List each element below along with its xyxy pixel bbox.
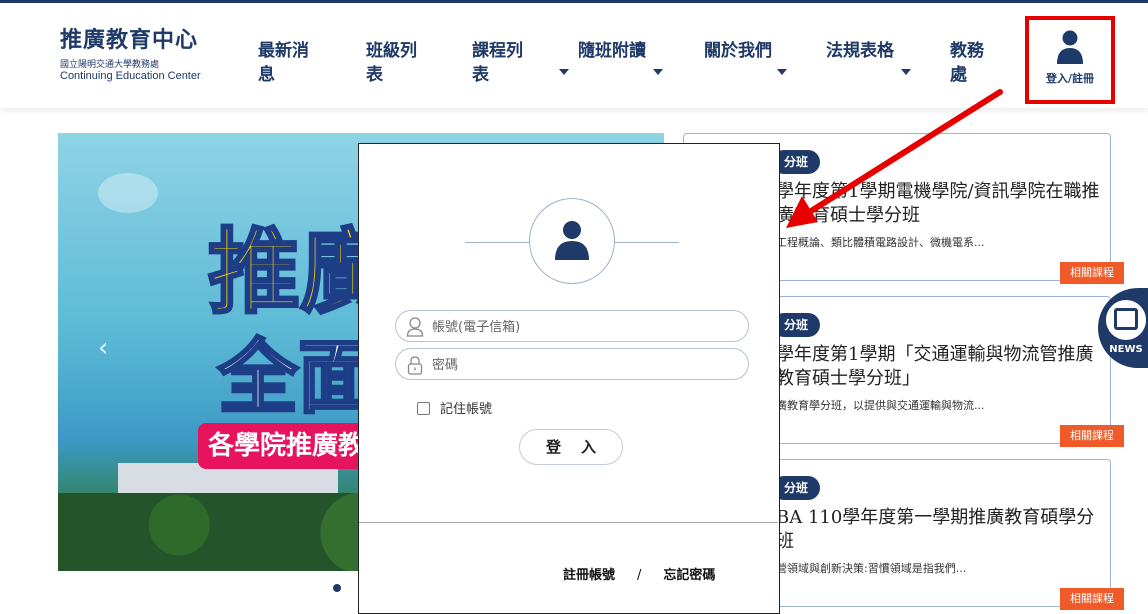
chevron-left-icon[interactable]: ‹ xyxy=(98,333,108,363)
forgot-password-link[interactable]: 忘記密碼 xyxy=(663,568,715,583)
related-courses-button[interactable]: 相關課程 xyxy=(1060,588,1124,610)
logo-subtitle-cn: 國立陽明交通大學教務處 xyxy=(60,60,160,70)
login-submit-button[interactable]: 登入 xyxy=(519,429,623,465)
nav-item-academic-affairs[interactable]: 教務處 xyxy=(950,39,990,87)
news-label: NEWS xyxy=(1109,344,1143,355)
divider-left xyxy=(465,242,529,243)
checkbox-icon[interactable] xyxy=(417,402,430,415)
user-outline-icon xyxy=(406,317,424,337)
chevron-down-icon xyxy=(777,69,787,75)
logo-subtitle-en: Continuing Education Center xyxy=(60,70,201,82)
related-courses-button[interactable]: 相關課程 xyxy=(1060,262,1124,284)
account-field[interactable] xyxy=(395,310,749,342)
course-description: 營領域與創新決策:習慣領域是指我們... xyxy=(776,562,967,575)
nav-item-about[interactable]: 關於我們 xyxy=(704,39,784,63)
course-title[interactable]: BA 110學年度第一學期推廣教育碩學分班 xyxy=(776,506,1106,554)
modal-divider xyxy=(359,522,778,523)
remember-account-checkbox[interactable]: 記住帳號 xyxy=(417,398,492,417)
login-register-button[interactable]: 登入/註冊 xyxy=(1025,16,1115,104)
banner-decoration xyxy=(98,173,158,213)
course-description: 廣教育學分班，以提供與交通運輸與物流... xyxy=(776,399,985,412)
course-title[interactable]: 學年度第1學期「交通運輸與物流管推廣教育碩士學分班」 xyxy=(776,343,1106,391)
related-courses-button[interactable]: 相關課程 xyxy=(1060,425,1124,447)
banner-subheadline: 全面 xyxy=(217,330,380,426)
password-input[interactable] xyxy=(432,353,732,377)
logo-title: 推廣教育中心 xyxy=(60,28,199,53)
login-register-label: 登入/註冊 xyxy=(1045,72,1095,85)
nav-item-regulations[interactable]: 法規表格 xyxy=(826,39,906,63)
divider-right xyxy=(615,242,679,243)
password-field[interactable] xyxy=(395,348,749,380)
remember-account-label: 記住帳號 xyxy=(440,402,493,417)
nav-item-news[interactable]: 最新消息 xyxy=(258,39,314,87)
site-logo[interactable]: 推廣教育中心 國立陽明交通大學教務處 Continuing Education … xyxy=(60,27,240,82)
modal-footer-links: 註冊帳號 / 忘記密碼 xyxy=(563,564,715,583)
lock-icon xyxy=(407,356,423,375)
course-description: 工程概論、類比體積電路設計、微機電系... xyxy=(776,236,985,249)
chevron-down-icon xyxy=(901,69,911,75)
chevron-down-icon xyxy=(559,69,569,75)
newspaper-icon xyxy=(1114,308,1138,330)
link-separator: / xyxy=(637,568,642,583)
account-input[interactable] xyxy=(432,315,732,339)
user-icon xyxy=(1057,30,1083,64)
course-title[interactable]: 學年度第1學期電機學院/資訊學院在職推廣教育碩士學分班 xyxy=(776,180,1106,228)
nav-item-class-list[interactable]: 班級列表 xyxy=(366,39,422,87)
user-icon xyxy=(555,221,589,260)
login-modal: 記住帳號 登入 註冊帳號 / 忘記密碼 xyxy=(358,143,780,614)
chevron-down-icon xyxy=(653,69,663,75)
site-header: 推廣教育中心 國立陽明交通大學教務處 Continuing Education … xyxy=(0,0,1148,108)
register-link[interactable]: 註冊帳號 xyxy=(563,568,615,583)
nav-item-course-list[interactable]: 課程列表 xyxy=(472,39,528,87)
carousel-dot[interactable] xyxy=(333,584,341,592)
nav-item-audit[interactable]: 隨班附讀 xyxy=(578,39,658,63)
